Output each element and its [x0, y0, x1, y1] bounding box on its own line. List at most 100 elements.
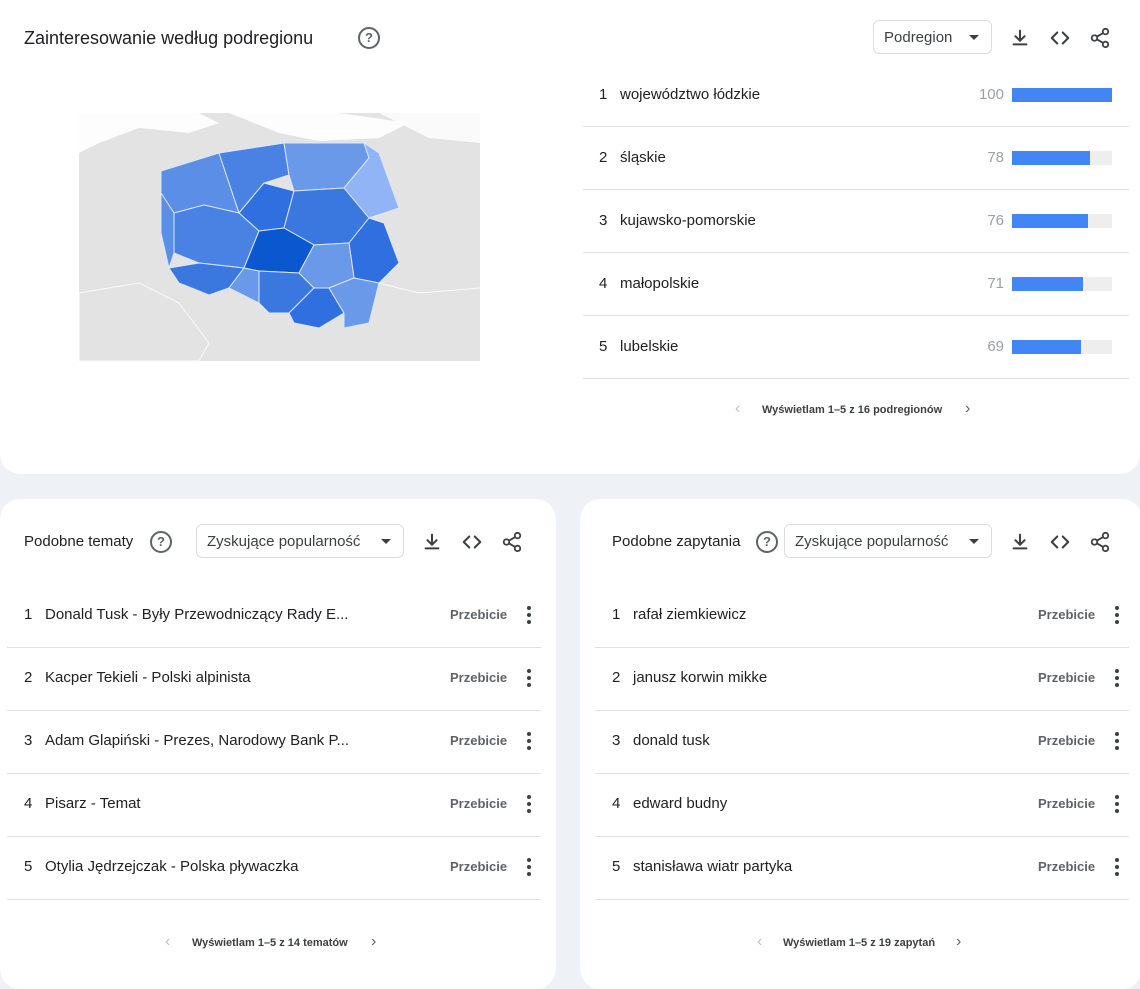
region-name: województwo łódzkie — [620, 86, 761, 103]
more-vert-icon[interactable] — [527, 669, 531, 690]
list-item-name[interactable]: Pisarz - Temat — [45, 795, 141, 812]
embed-icon[interactable] — [1049, 531, 1071, 553]
list-item-rank: 4 — [612, 795, 621, 812]
list-item-rank: 3 — [612, 732, 621, 749]
topics-filter-dropdown[interactable]: Zyskujące popularność — [196, 524, 404, 558]
help-icon[interactable]: ? — [358, 27, 380, 49]
region-pager-label: Wyświetlam 1–5 z 16 podregionów — [762, 404, 943, 416]
list-item[interactable]: 5 stanisława wiatr partyka Przebicie — [595, 837, 1129, 900]
chevron-left-icon[interactable]: ‹ — [735, 400, 740, 418]
list-item-name[interactable]: Donald Tusk - Były Przewodniczący Rady E… — [45, 606, 348, 623]
embed-icon[interactable] — [461, 531, 483, 553]
list-item-rank: 2 — [612, 669, 621, 686]
region-value: 76 — [987, 212, 1004, 229]
more-vert-icon[interactable] — [1115, 858, 1119, 879]
list-item[interactable]: 4 edward budny Przebicie — [595, 774, 1129, 837]
region-row[interactable]: 2 śląskie 78 — [583, 127, 1129, 190]
region-name: kujawsko-pomorskie — [620, 212, 756, 229]
list-item[interactable]: 2 janusz korwin mikke Przebicie — [595, 648, 1129, 711]
related-queries-card: Podobne zapytania ? Zyskujące popularnoś… — [580, 499, 1140, 989]
dropdown-label: Podregion — [884, 29, 953, 46]
more-vert-icon[interactable] — [527, 858, 531, 879]
poland-region-map[interactable] — [79, 113, 480, 361]
chevron-left-icon[interactable]: ‹ — [757, 933, 762, 951]
list-item-value: Przebicie — [1038, 859, 1096, 874]
region-row[interactable]: 3 kujawsko-pomorskie 76 — [583, 190, 1129, 253]
chevron-right-icon[interactable]: › — [956, 933, 961, 951]
more-vert-icon[interactable] — [527, 732, 531, 753]
region-name: śląskie — [620, 149, 666, 166]
share-icon[interactable] — [501, 531, 523, 553]
download-icon[interactable] — [1009, 27, 1031, 49]
region-name: lubelskie — [620, 338, 679, 355]
list-item-rank: 1 — [24, 606, 33, 623]
region-card-title: Zainteresowanie według podregionu — [24, 28, 314, 48]
chevron-right-icon[interactable]: › — [371, 933, 376, 951]
list-item[interactable]: 5 Otylia Jędrzejczak - Polska pływaczka Pr… — [7, 837, 541, 900]
list-item-rank: 5 — [612, 858, 621, 875]
queries-filter-dropdown[interactable]: Zyskujące popularność — [784, 524, 992, 558]
help-icon[interactable]: ? — [756, 531, 778, 553]
download-icon[interactable] — [421, 531, 443, 553]
more-vert-icon[interactable] — [527, 795, 531, 816]
queries-pager-label: Wyświetlam 1–5 z 19 zapytań — [783, 937, 936, 949]
list-item-rank: 3 — [24, 732, 33, 749]
region-bar-track — [1012, 88, 1112, 102]
more-vert-icon[interactable] — [1115, 669, 1119, 690]
more-vert-icon[interactable] — [1115, 606, 1119, 627]
region-rank: 4 — [599, 275, 608, 292]
region-bar-fill — [1012, 214, 1088, 228]
list-item[interactable]: 1 rafał ziemkiewicz Przebicie — [595, 585, 1129, 648]
region-rank: 1 — [599, 86, 608, 103]
region-interest-card: Zainteresowanie według podregionu ? Podr… — [0, 0, 1140, 474]
list-item[interactable]: 3 donald tusk Przebicie — [595, 711, 1129, 774]
region-bar-fill — [1012, 277, 1083, 291]
share-icon[interactable] — [1089, 531, 1111, 553]
list-item-rank: 4 — [24, 795, 33, 812]
region-rank: 5 — [599, 338, 608, 355]
more-vert-icon[interactable] — [527, 606, 531, 627]
related-topics-card: Podobne tematy ? Zyskujące popularność 1… — [0, 499, 556, 989]
more-vert-icon[interactable] — [1115, 795, 1119, 816]
dropdown-caret-icon — [969, 539, 979, 544]
list-item-value: Przebicie — [450, 607, 508, 622]
region-row[interactable]: 4 małopolskie 71 — [583, 253, 1129, 316]
region-row[interactable]: 1 województwo łódzkie 100 — [583, 64, 1129, 127]
list-item-name[interactable]: donald tusk — [633, 732, 710, 749]
list-item[interactable]: 4 Pisarz - Temat Przebicie — [7, 774, 541, 837]
list-item-value: Przebicie — [450, 796, 508, 811]
list-item-value: Przebicie — [450, 670, 508, 685]
region-bar-track — [1012, 340, 1112, 354]
region-bar-track — [1012, 277, 1112, 291]
chevron-left-icon[interactable]: ‹ — [165, 933, 170, 951]
region-bar-track — [1012, 214, 1112, 228]
list-item-value: Przebicie — [1038, 607, 1096, 622]
region-row[interactable]: 5 lubelskie 69 — [583, 316, 1129, 379]
share-icon[interactable] — [1089, 27, 1111, 49]
list-item-name[interactable]: stanisława wiatr partyka — [633, 858, 792, 875]
list-item[interactable]: 2 Kacper Tekieli - Polski alpinista Przebi… — [7, 648, 541, 711]
embed-icon[interactable] — [1049, 27, 1071, 49]
list-item-value: Przebicie — [450, 733, 508, 748]
download-icon[interactable] — [1009, 531, 1031, 553]
dropdown-caret-icon — [969, 35, 979, 40]
more-vert-icon[interactable] — [1115, 732, 1119, 753]
list-item-name[interactable]: Kacper Tekieli - Polski alpinista — [45, 669, 251, 686]
list-item-name[interactable]: Otylia Jędrzejczak - Polska pływaczka — [45, 858, 298, 875]
list-item[interactable]: 1 Donald Tusk - Były Przewodniczący Rady … — [7, 585, 541, 648]
list-item-rank: 2 — [24, 669, 33, 686]
list-item-name[interactable]: janusz korwin mikke — [633, 669, 767, 686]
list-item-value: Przebicie — [1038, 733, 1096, 748]
region-value: 69 — [987, 338, 1004, 355]
topics-pager-label: Wyświetlam 1–5 z 14 tematów — [192, 937, 348, 949]
list-item-name[interactable]: Adam Glapiński - Prezes, Narodowy Bank P… — [45, 732, 349, 749]
region-resolution-dropdown[interactable]: Podregion — [873, 20, 992, 54]
help-icon[interactable]: ? — [150, 531, 172, 553]
region-value: 71 — [987, 275, 1004, 292]
list-item-name[interactable]: edward budny — [633, 795, 727, 812]
list-item-name[interactable]: rafał ziemkiewicz — [633, 606, 746, 623]
list-item[interactable]: 3 Adam Glapiński - Prezes, Narodowy Bank … — [7, 711, 541, 774]
chevron-right-icon[interactable]: › — [965, 400, 970, 418]
region-rank: 2 — [599, 149, 608, 166]
region-bar-fill — [1012, 88, 1112, 102]
